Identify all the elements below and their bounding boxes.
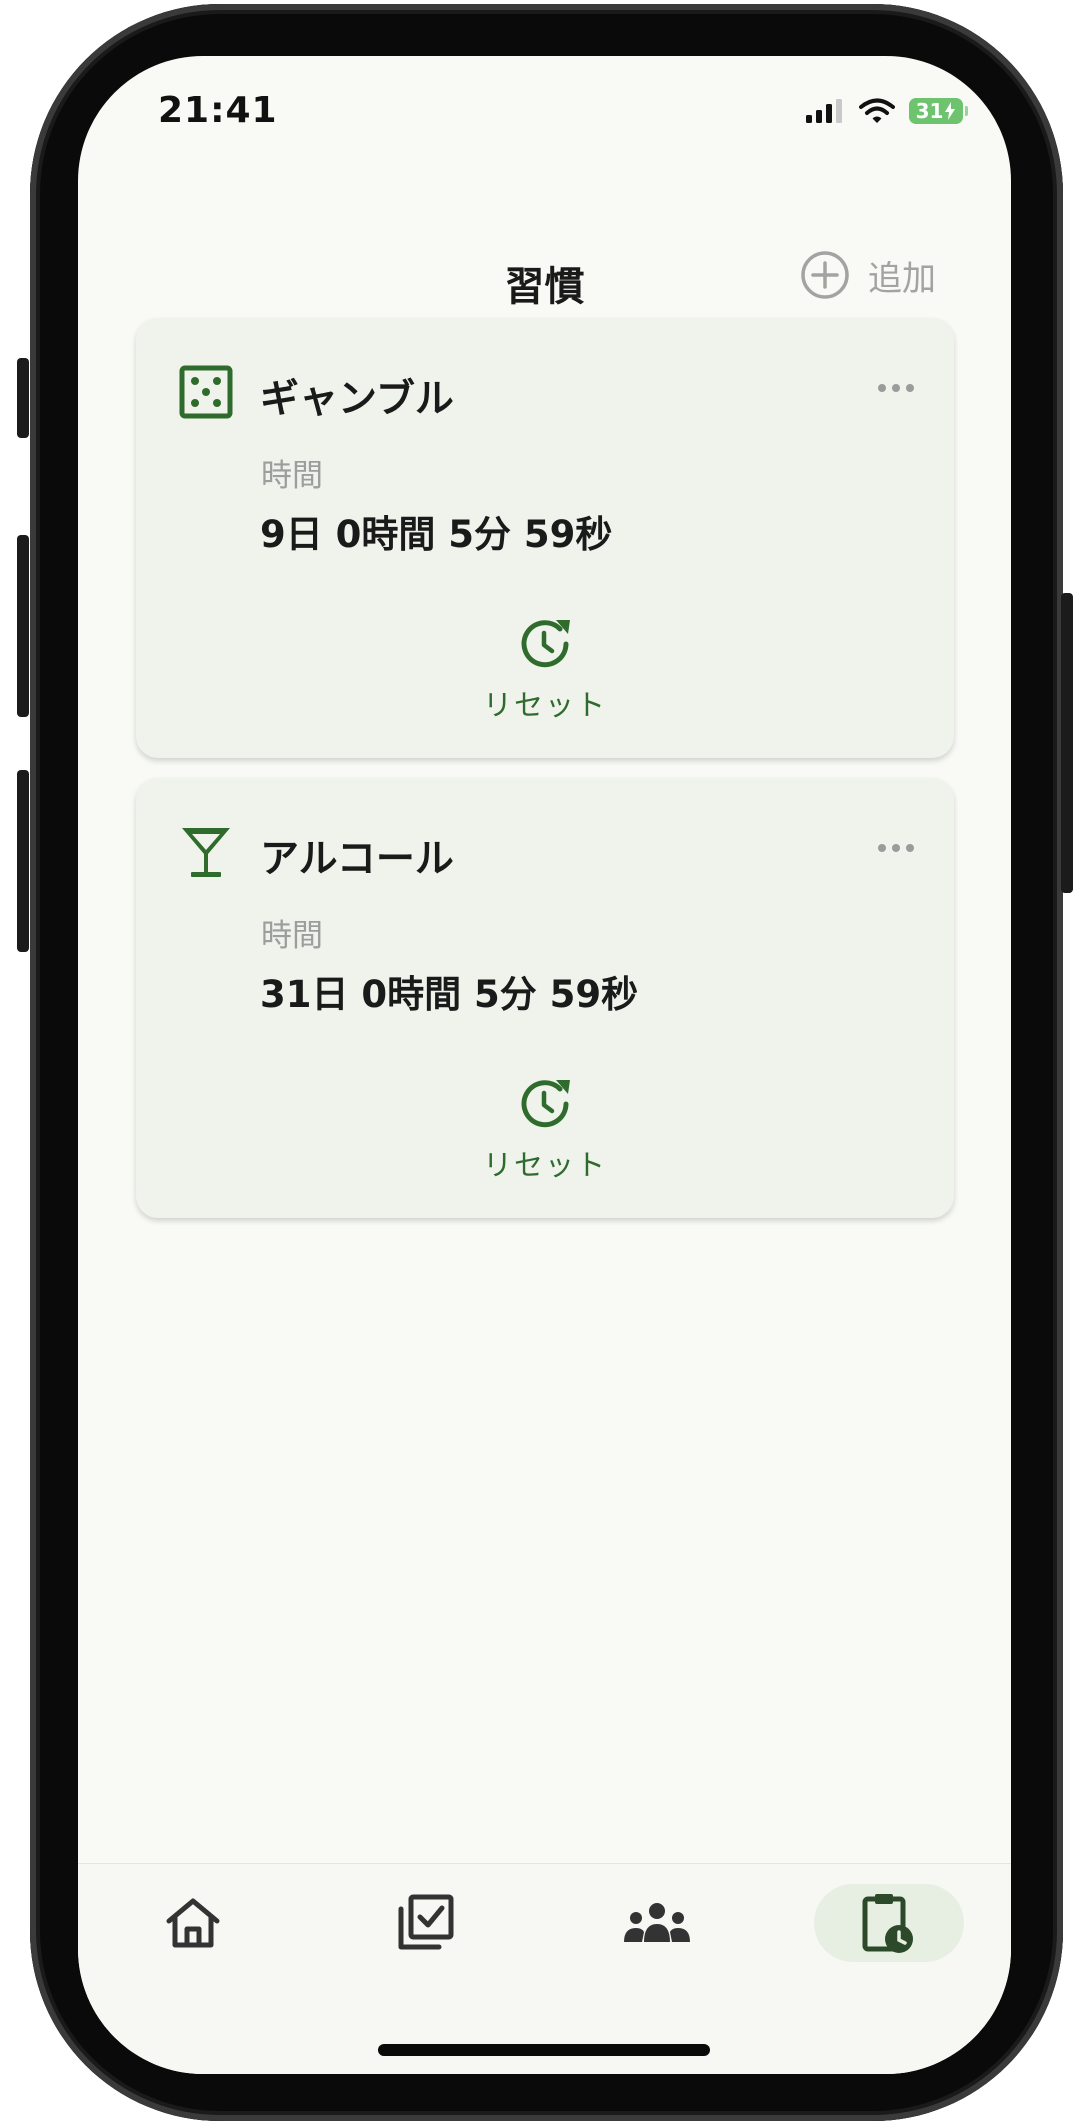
reset-button[interactable]: リセット <box>136 1076 954 1184</box>
home-icon <box>166 1898 220 1948</box>
power-button <box>1061 593 1073 893</box>
more-options-icon[interactable] <box>876 378 916 398</box>
plus-circle-icon <box>801 251 849 299</box>
volume-up-button <box>17 535 29 717</box>
tab-habits[interactable] <box>814 1884 964 1962</box>
restart-clock-icon <box>521 1080 570 1128</box>
reset-button-label: リセット <box>482 1148 607 1182</box>
habit-card-alcohol: アルコール 時間 31日 0時間 5分 59秒 リセット <box>136 778 954 1218</box>
wifi-icon <box>859 98 895 123</box>
volume-down-button <box>17 770 29 952</box>
cellular-signal-icon <box>806 99 842 123</box>
tab-community[interactable] <box>582 1884 732 1962</box>
status-bar: 21:41 31 <box>78 56 1011 176</box>
reset-button[interactable]: リセット <box>136 616 954 724</box>
status-time: 21:41 <box>158 90 278 131</box>
tab-home[interactable] <box>118 1884 268 1962</box>
habit-time-label: 時間 <box>261 918 323 954</box>
habit-title: アルコール <box>260 837 454 882</box>
habit-time-value: 31日 0時間 5分 59秒 <box>260 973 639 1016</box>
status-indicators: 31 <box>805 98 968 124</box>
habit-title: ギャンブル <box>260 377 454 422</box>
add-button-label: 追加 <box>868 258 936 299</box>
cocktail-glass-icon <box>182 828 230 877</box>
restart-clock-icon <box>521 620 570 668</box>
add-button[interactable]: 追加 <box>800 250 936 300</box>
header: 習慣 追加 <box>78 236 1011 316</box>
battery-level: 31 <box>915 99 944 123</box>
charging-bolt-icon <box>945 102 956 120</box>
home-indicator <box>378 2044 710 2056</box>
mute-switch <box>17 358 29 438</box>
dice-icon <box>179 365 233 419</box>
group-icon <box>624 1903 690 1942</box>
battery-indicator: 31 <box>909 98 968 124</box>
clipboard-clock-icon <box>862 1894 913 1953</box>
habit-card-gambling: ギャンブル 時間 9日 0時間 5分 59秒 リセット <box>136 318 954 758</box>
app-screen: 21:41 31 習慣 追加 ギャンブル 時間 9日 0時間 5分 59秒 リセ… <box>78 56 1011 2074</box>
habit-time-label: 時間 <box>261 458 323 494</box>
tab-bar <box>78 1863 1011 2074</box>
habit-time-value: 9日 0時間 5分 59秒 <box>260 513 613 556</box>
more-options-icon[interactable] <box>876 838 916 858</box>
tab-tasks[interactable] <box>350 1884 500 1962</box>
checklist-icon <box>398 1894 454 1950</box>
reset-button-label: リセット <box>482 688 607 722</box>
